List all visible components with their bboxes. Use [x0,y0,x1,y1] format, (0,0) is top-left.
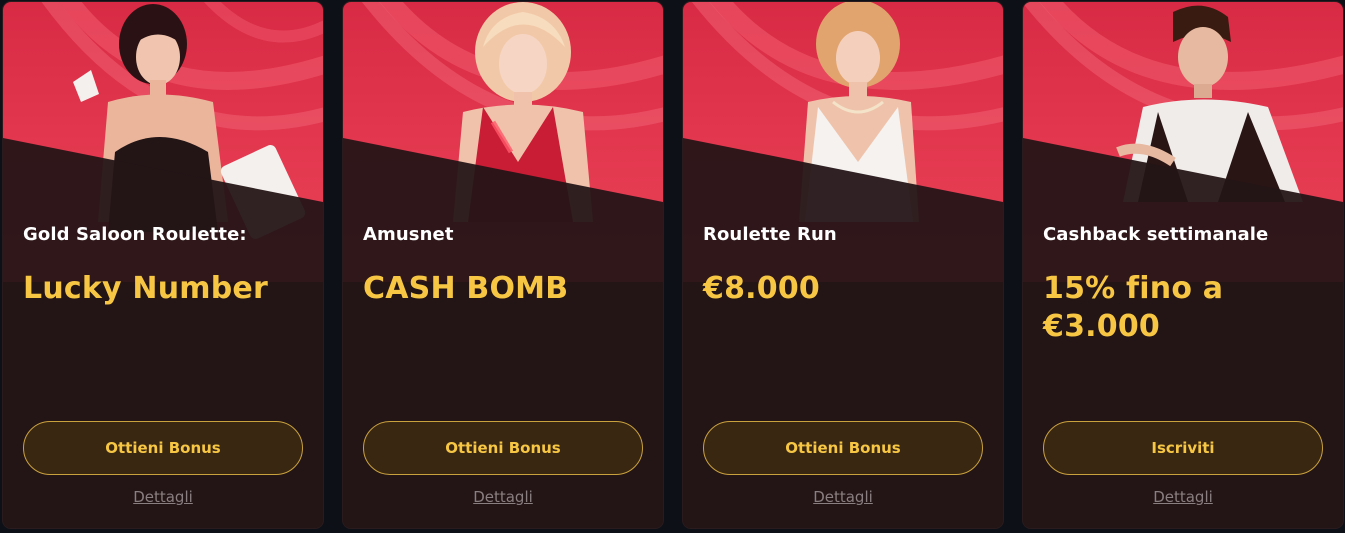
promo-card: Roulette Run €8.000 Ottieni Bonus Dettag… [683,2,1003,528]
sign-up-button[interactable]: Iscriviti [1043,421,1323,475]
get-bonus-button[interactable]: Ottieni Bonus [363,421,643,475]
promo-subtitle: Amusnet [363,224,454,245]
promo-subtitle: Roulette Run [703,224,837,245]
details-link[interactable]: Dettagli [3,488,323,506]
details-link[interactable]: Dettagli [1023,488,1343,506]
promo-headline: CASH BOMB [363,271,569,306]
get-bonus-button[interactable]: Ottieni Bonus [23,421,303,475]
details-link[interactable]: Dettagli [683,488,1003,506]
promo-headline: €8.000 [703,271,820,306]
promo-card: Gold Saloon Roulette: Lucky Number Ottie… [3,2,323,528]
get-bonus-button[interactable]: Ottieni Bonus [703,421,983,475]
details-link[interactable]: Dettagli [343,488,663,506]
promo-subtitle: Cashback settimanale [1043,224,1269,245]
promo-headline: 15% fino a €3.000 [1043,271,1224,344]
promo-card: Amusnet CASH BOMB Ottieni Bonus Dettagli [343,2,663,528]
promo-headline: Lucky Number [23,271,268,306]
promo-card: Cashback settimanale 15% fino a €3.000 I… [1023,2,1343,528]
promo-subtitle: Gold Saloon Roulette: [23,224,247,245]
promotions-row: Gold Saloon Roulette: Lucky Number Ottie… [3,2,1343,528]
